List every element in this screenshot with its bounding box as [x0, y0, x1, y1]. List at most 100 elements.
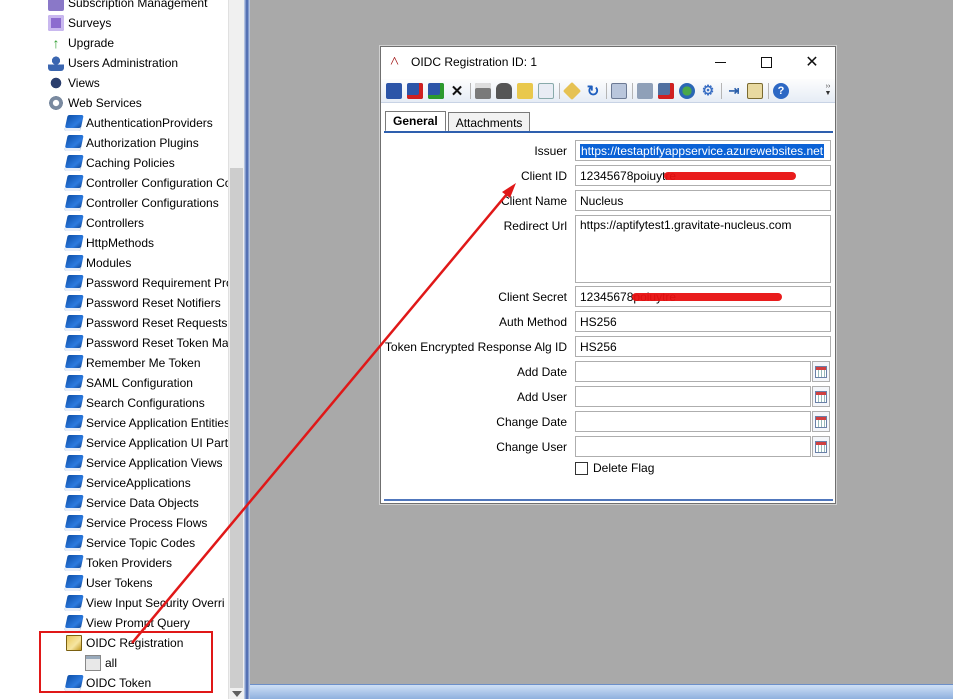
tree-item[interactable]: Token Providers [64, 553, 172, 573]
save-and-close-icon[interactable] [407, 82, 423, 99]
tree-item-label: Service Application Views [86, 456, 223, 470]
tree-item[interactable]: ServiceApplications [64, 473, 191, 493]
tree-item[interactable]: Password Requirement Pro [64, 273, 233, 293]
book-icon [64, 475, 84, 491]
tree-item[interactable]: HttpMethods [64, 233, 154, 253]
book-icon [64, 595, 84, 611]
toolbar-separator [470, 82, 471, 99]
form-icon[interactable] [538, 82, 554, 99]
notes-icon[interactable] [747, 82, 763, 99]
change-user-label: Change User [496, 440, 567, 454]
save-icon[interactable] [386, 82, 402, 99]
tree-item[interactable]: Service Data Objects [64, 493, 199, 513]
token-alg-label: Token Encrypted Response Alg ID [384, 340, 567, 354]
tree-item-label: User Tokens [86, 576, 153, 590]
book-icon [64, 135, 84, 151]
tree-item[interactable]: Modules [64, 253, 131, 273]
change-user-lookup-button[interactable] [812, 436, 830, 457]
tree-item-label: Service Application Entities [86, 416, 231, 430]
copy-record-icon[interactable] [637, 82, 653, 99]
tree-item[interactable]: Views [48, 73, 100, 93]
book-icon [64, 275, 84, 291]
delete-flag-control[interactable]: Delete Flag [575, 461, 654, 475]
tree-item[interactable]: Surveys [48, 13, 111, 33]
tree-item[interactable]: Service Application Views [64, 453, 223, 473]
change-user-field[interactable] [575, 436, 811, 457]
add-user-label: Add User [516, 390, 567, 404]
tree-item[interactable]: Search Configurations [64, 393, 205, 413]
splitter[interactable] [244, 0, 250, 699]
tree-item-label: View Input Security Overri [86, 596, 225, 610]
tree-scrollbar[interactable] [228, 0, 244, 699]
find-binoculars-icon[interactable] [496, 82, 512, 99]
add-date-field[interactable] [575, 361, 811, 382]
open-folder-icon[interactable] [517, 82, 533, 99]
tree-item[interactable]: View Input Security Overri [64, 593, 225, 613]
tree-item[interactable]: Controller Configurations [64, 193, 219, 213]
client-secret-label: Client Secret [498, 290, 567, 304]
tree-item[interactable]: Users Administration [48, 53, 178, 73]
tree-item-label: View Prompt Query [86, 616, 190, 630]
change-date-field[interactable] [575, 411, 811, 432]
window-titlebar[interactable]: ˄ OIDC Registration ID: 1 ✕ [381, 47, 835, 77]
tree-item[interactable]: Caching Policies [64, 153, 175, 173]
globe-icon[interactable] [679, 82, 695, 99]
add-date-label: Add Date [516, 365, 567, 379]
settings-gear-icon[interactable]: ⚙ [700, 82, 716, 99]
change-date-calendar-button[interactable] [812, 411, 830, 432]
tree-item[interactable]: Controllers [64, 213, 144, 233]
delete-icon[interactable]: ✕ [449, 83, 465, 100]
client-name-field[interactable]: Nucleus [575, 190, 831, 211]
tree-item[interactable]: Remember Me Token [64, 353, 201, 373]
link-records-icon[interactable] [611, 82, 627, 99]
add-date-calendar-button[interactable] [812, 361, 830, 382]
tree-item[interactable]: View Prompt Query [64, 613, 190, 633]
redaction-scribble [664, 172, 796, 180]
issuer-label: Issuer [534, 144, 567, 158]
tree-scrollbar-thumb[interactable] [230, 168, 243, 688]
move-record-icon[interactable]: ⇥ [726, 83, 742, 99]
minimize-button[interactable] [697, 47, 743, 77]
tree-item[interactable]: Password Reset Notifiers [64, 293, 221, 313]
tree-item[interactable]: Password Reset Requests [64, 313, 227, 333]
book-icon [64, 335, 84, 351]
tree-item[interactable]: Service Application Entities [64, 413, 231, 433]
toolbar-overflow-icon[interactable]: ›› ▼ [824, 81, 832, 99]
auth-method-field[interactable]: HS256 [575, 311, 831, 332]
tree-item[interactable]: Controller Configuration Co [64, 173, 231, 193]
tree-item[interactable]: Authorization Plugins [64, 133, 199, 153]
tree-item[interactable]: Password Reset Token Man [64, 333, 235, 353]
tree-item[interactable]: SAML Configuration [64, 373, 193, 393]
book-icon [64, 535, 84, 551]
add-user-field[interactable] [575, 386, 811, 407]
help-icon[interactable]: ? [773, 82, 789, 99]
pencil-edit-icon[interactable] [562, 81, 582, 100]
tree-item[interactable]: Service Topic Codes [64, 533, 195, 553]
print-icon[interactable] [475, 82, 491, 99]
tree-item[interactable]: ↑ Upgrade [48, 33, 115, 53]
save-and-new-icon[interactable] [428, 82, 444, 99]
scroll-down-arrow-icon[interactable] [232, 691, 242, 697]
close-button[interactable]: ✕ [789, 47, 835, 77]
book-icon [64, 435, 84, 451]
add-user-lookup-button[interactable] [812, 386, 830, 407]
maximize-button[interactable] [743, 47, 789, 77]
redirect-url-field[interactable]: https://aptifytest1.gravitate-nucleus.co… [575, 215, 831, 283]
token-alg-field[interactable]: HS256 [575, 336, 831, 357]
tree-item[interactable]: Service Process Flows [64, 513, 207, 533]
tab-general[interactable]: General [385, 111, 446, 132]
tree-item[interactable]: AuthenticationProviders [64, 113, 213, 133]
duplicate-record-icon[interactable] [658, 82, 674, 99]
tree-item[interactable]: Web Services [48, 93, 142, 113]
tab-attachments[interactable]: Attachments [447, 112, 531, 132]
tree-item[interactable]: User Tokens [64, 573, 153, 593]
tree-item-label: Surveys [68, 16, 112, 30]
calendar-icon [815, 365, 827, 378]
redirect-url-value: https://aptifytest1.gravitate-nucleus.co… [580, 218, 792, 232]
tree-item[interactable]: Service Application UI Part [64, 433, 228, 453]
refresh-icon[interactable]: ↻ [585, 83, 601, 100]
record-toolbar: ✕ ↻ ⚙ ⇥ ? ›› ▼ [381, 79, 835, 103]
tree-item[interactable]: Subscription Management [48, 0, 207, 13]
issuer-field[interactable]: https://testaptifyappservice.azurewebsit… [575, 140, 831, 161]
delete-flag-checkbox[interactable] [575, 461, 588, 475]
